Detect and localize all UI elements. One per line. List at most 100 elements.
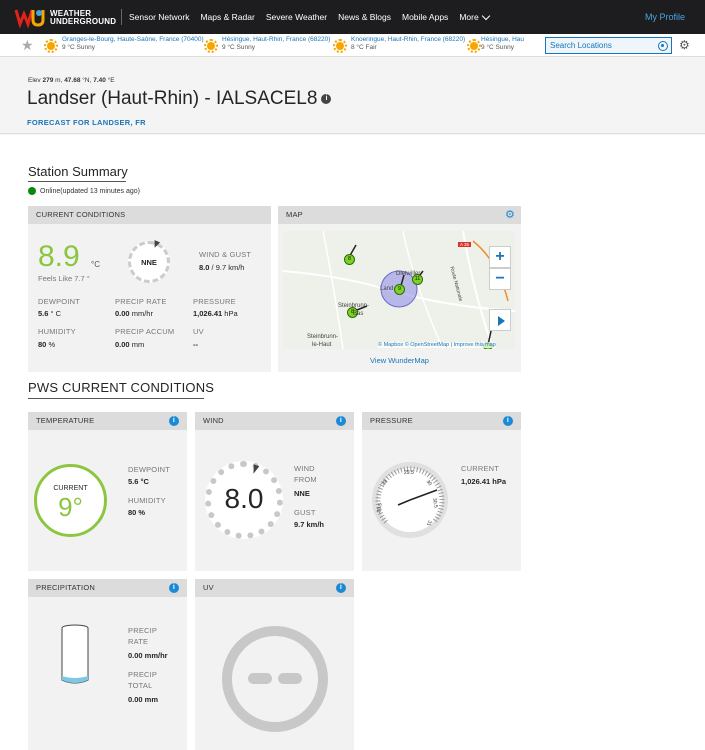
wind-gust-value: 8.0 / 9.7 km/h: [199, 263, 244, 272]
precip-accum-unit: mm: [131, 340, 145, 349]
gear-icon[interactable]: ⚙: [505, 206, 515, 224]
view-wundermap-link[interactable]: View WunderMap: [278, 356, 521, 365]
favorite-location[interactable]: Granges-le-Bourg, Haute-Saône, France (7…: [43, 36, 204, 56]
zoom-out-button[interactable]: −: [489, 268, 511, 290]
nav-mobile-apps[interactable]: Mobile Apps: [402, 12, 448, 22]
map-place-label: Land: [380, 286, 394, 292]
precip-accum-label: PRECIP ACCUM: [115, 327, 175, 336]
humidity-number: 80: [38, 340, 47, 349]
station-title-text: Landser (Haut-Rhin) - IALSACEL8: [27, 88, 318, 109]
gauge-tick-label: 29.5: [404, 470, 414, 476]
map-place-label: Bas: [353, 311, 364, 317]
zoom-in-button[interactable]: +: [489, 246, 511, 268]
page-title: Landser (Haut-Rhin) - IALSACEL8 i: [27, 88, 332, 110]
sunny-icon: [203, 38, 219, 54]
map-heading: MAP ⚙: [278, 206, 521, 224]
search-input[interactable]: [546, 38, 651, 53]
nav-severe-weather[interactable]: Severe Weather: [266, 12, 327, 22]
top-nav: WEATHER UNDERGROUND Sensor Network Maps …: [0, 0, 705, 34]
wind-heading-text: WIND: [203, 416, 224, 425]
favorite-location[interactable]: Hésingue, Hau 9 °C Sunny: [466, 36, 524, 56]
dewpoint-label: DEWPOINT: [128, 465, 171, 474]
title-underline: [28, 398, 204, 399]
pressure-current-label: CURRENT: [461, 464, 500, 473]
info-icon[interactable]: i: [321, 93, 332, 104]
precip-accum-value: 0.00 mm: [115, 340, 144, 349]
improve-map-link[interactable]: Improve this map: [454, 342, 496, 348]
favorite-location[interactable]: Hésingue, Haut-Rhin, France (68220) 9 °C…: [203, 36, 330, 56]
online-status: Online(updated 13 minutes ago): [28, 187, 140, 195]
uv-widget: UV i: [195, 579, 354, 750]
uv-heading-text: UV: [203, 583, 214, 592]
wind-speed: 8.0: [199, 263, 210, 272]
nav-news-blogs[interactable]: News & Blogs: [338, 12, 391, 22]
my-profile-link[interactable]: My Profile: [645, 12, 685, 22]
logo-line2: UNDERGROUND: [50, 17, 117, 26]
wind-heading: WIND i: [195, 412, 354, 430]
info-icon[interactable]: i: [503, 416, 513, 426]
precip-total-label-line2: TOTAL: [128, 681, 153, 690]
play-button[interactable]: [489, 309, 511, 331]
uv-value: --: [193, 340, 198, 349]
precip-rate-label: PRECIP RATE: [128, 625, 157, 647]
wind-compass: NNE: [128, 240, 170, 283]
info-icon[interactable]: i: [336, 583, 346, 593]
precipitation-heading-text: PRECIPITATION: [36, 583, 95, 592]
favorite-location-weather: 8 °C Fair: [351, 44, 377, 51]
locate-icon[interactable]: [658, 41, 668, 51]
gust-value: 9.7 km/h: [294, 520, 325, 529]
wind-dial: 8.0: [205, 461, 283, 539]
pressure-number: 1,026.41: [193, 309, 223, 318]
map-place-label: Steinbrunn-: [307, 334, 339, 340]
precip-rate-value: 0.00 mm/hr: [115, 309, 153, 318]
temperature-unit: °C: [91, 260, 100, 269]
temperature-widget: TEMPERATURE i CURRENT 9° DEWPOINT 5.6 °C…: [28, 412, 187, 571]
wu-logo[interactable]: WEATHER UNDERGROUND: [14, 7, 119, 29]
online-status-text: Online(updated 13 minutes ago): [40, 187, 141, 195]
station-marker[interactable]: 9: [394, 284, 405, 295]
wind-from-value: NNE: [294, 489, 310, 498]
uv-dash-right: [278, 673, 302, 684]
favorite-location-weather: 9 °C Sunny: [481, 44, 514, 51]
current-temperature: 8.9: [38, 240, 80, 273]
nav-maps-radar[interactable]: Maps & Radar: [200, 12, 254, 22]
osm-link[interactable]: © OpenStreetMap: [405, 342, 449, 348]
star-icon[interactable]: ★: [21, 37, 34, 54]
sunny-icon: [466, 38, 481, 54]
nav-sensor-network[interactable]: Sensor Network: [129, 12, 189, 22]
wind-direction: NNE: [141, 258, 157, 267]
gear-icon[interactable]: ⚙: [679, 39, 691, 51]
precipitation-heading: PRECIPITATION i: [28, 579, 187, 597]
favorite-location[interactable]: Knoeringue, Haut-Rhin, France (68220) 8 …: [332, 36, 465, 56]
sunny-icon: [43, 38, 59, 54]
humidity-unit: %: [48, 340, 56, 349]
mapbox-link[interactable]: © Mapbox: [378, 342, 403, 348]
sunny-icon: [332, 38, 348, 54]
precip-rate-unit: mm/hr: [131, 309, 153, 318]
forecast-link[interactable]: FORECAST FOR LANDSER, FR: [27, 118, 146, 127]
nav-more[interactable]: More: [459, 11, 490, 22]
wind-direction-arrow-icon: [151, 240, 161, 249]
logo-text: WEATHER UNDERGROUND: [50, 10, 116, 26]
humidity-label: HUMIDITY: [38, 327, 76, 336]
map-place-label: Steinbrunn-: [338, 303, 370, 309]
temperature-heading-text: TEMPERATURE: [36, 416, 95, 425]
elev-label: Elev: [28, 77, 41, 84]
map-canvas[interactable]: 8 9 11 8 Dietwiller Land Steinbrunn- Bas…: [283, 231, 515, 349]
info-icon[interactable]: i: [169, 416, 179, 426]
station-marker[interactable]: 8: [344, 254, 355, 265]
humidity-value: 80 %: [38, 340, 55, 349]
pressure-current-value: 1,026.41 hPa: [461, 477, 507, 486]
favorite-location-name: Knoeringue, Haut-Rhin, France (68220): [351, 36, 466, 43]
lon-value: 7.40: [93, 77, 106, 84]
nav-more-label: More: [459, 12, 479, 22]
info-icon[interactable]: i: [169, 583, 179, 593]
precip-rate-label-line1: PRECIP: [128, 626, 158, 635]
humidity-label: HUMIDITY: [128, 496, 166, 505]
pressure-heading-text: PRESSURE: [370, 416, 413, 425]
pressure-value: 1,026.41 hPa: [193, 309, 238, 318]
current-label: CURRENT: [53, 485, 88, 492]
info-icon[interactable]: i: [336, 416, 346, 426]
precipitation-widget: PRECIPITATION i PRECIP RATE 0.00 mm/hr P…: [28, 579, 187, 750]
nav-links: Sensor Network Maps & Radar Severe Weath…: [129, 0, 490, 34]
